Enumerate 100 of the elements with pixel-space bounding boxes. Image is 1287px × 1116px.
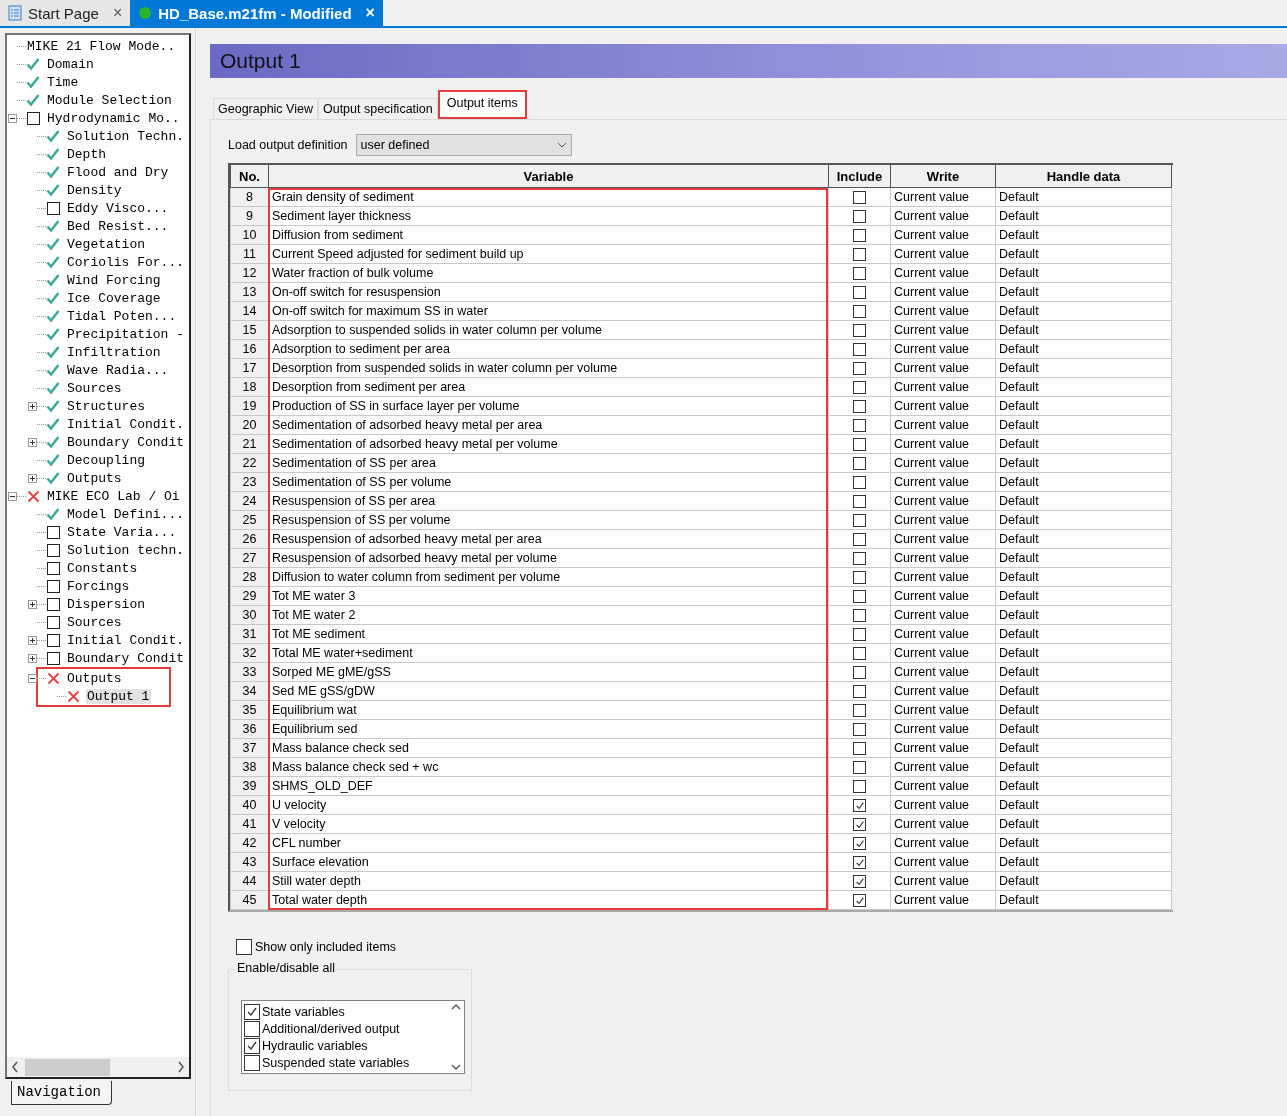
definition-dropdown[interactable]: user defined — [355, 134, 572, 156]
tree-item[interactable]: Output 1 — [86, 688, 152, 704]
checkbox[interactable] — [244, 1003, 260, 1020]
include-checkbox[interactable] — [853, 799, 866, 813]
tree-item[interactable]: Initial Condit. — [66, 632, 187, 648]
tree-item[interactable]: Ice Coverage — [66, 290, 163, 306]
tree-item[interactable]: Model Defini... — [66, 506, 187, 522]
include-checkbox[interactable] — [853, 248, 866, 262]
tab[interactable]: Geographic View — [213, 98, 318, 119]
document-tab[interactable]: Start Page × — [0, 0, 131, 26]
tree-item[interactable]: Eddy Visco... — [66, 200, 171, 216]
tab[interactable]: Output items — [437, 90, 527, 119]
close-icon[interactable]: × — [112, 4, 123, 22]
include-checkbox[interactable] — [853, 286, 866, 300]
tree-item[interactable]: Solution Techn. — [66, 128, 187, 144]
include-checkbox[interactable] — [853, 400, 866, 414]
checkbox[interactable] — [244, 1054, 260, 1071]
scroll-up-icon[interactable] — [450, 1004, 461, 1010]
tree-item[interactable]: Structures — [66, 398, 147, 414]
include-checkbox[interactable] — [853, 438, 866, 452]
include-checkbox[interactable] — [853, 210, 866, 224]
include-checkbox[interactable] — [853, 362, 866, 376]
collapse-icon[interactable] — [8, 113, 17, 123]
tree-item[interactable]: Hydrodynamic Mo.. — [46, 110, 182, 126]
tree-item[interactable]: Decoupling — [66, 452, 147, 468]
include-checkbox[interactable] — [853, 476, 866, 490]
collapse-icon[interactable] — [28, 673, 37, 683]
include-checkbox[interactable] — [853, 571, 866, 585]
include-checkbox[interactable] — [853, 628, 866, 642]
expand-icon[interactable] — [28, 635, 37, 645]
checkbox[interactable] — [244, 1037, 260, 1054]
expand-icon[interactable] — [28, 437, 37, 447]
tree-item[interactable]: Precipitation - — [66, 326, 187, 342]
include-checkbox[interactable] — [853, 305, 866, 319]
collapse-icon[interactable] — [8, 491, 17, 501]
include-checkbox[interactable] — [853, 419, 866, 433]
tree-item[interactable]: Wave Radia... — [66, 362, 171, 378]
include-checkbox[interactable] — [853, 229, 866, 243]
scroll-left-icon[interactable] — [11, 1061, 19, 1073]
include-checkbox[interactable] — [853, 324, 866, 338]
include-checkbox[interactable] — [853, 837, 866, 851]
include-checkbox[interactable] — [853, 647, 866, 661]
tree-item[interactable]: Depth — [66, 146, 108, 162]
tree-item[interactable]: Wind Forcing — [66, 272, 163, 288]
tree-item[interactable]: Sources — [66, 380, 124, 396]
column-header[interactable]: Include — [828, 165, 891, 188]
include-checkbox[interactable] — [853, 533, 866, 547]
tree-item[interactable]: MIKE ECO Lab / Oi — [46, 488, 182, 504]
include-checkbox[interactable] — [853, 590, 866, 604]
tree-item[interactable]: Solution techn. — [66, 542, 187, 558]
checkbox[interactable] — [244, 1020, 260, 1037]
tree-item[interactable]: Coriolis For... — [66, 254, 187, 270]
tree-item[interactable]: Module Selection — [46, 92, 174, 108]
include-checkbox[interactable] — [853, 742, 866, 756]
include-checkbox[interactable] — [853, 894, 866, 908]
include-checkbox[interactable] — [853, 457, 866, 471]
include-checkbox[interactable] — [853, 685, 866, 699]
include-checkbox[interactable] — [853, 381, 866, 395]
tree-item[interactable]: Vegetation — [66, 236, 147, 252]
tree-item[interactable]: Outputs — [66, 470, 124, 486]
close-icon[interactable]: × — [365, 4, 375, 22]
column-header[interactable]: Write — [890, 165, 996, 188]
tree-item[interactable]: Density — [66, 182, 124, 198]
tree-item[interactable]: Outputs — [66, 670, 124, 686]
expand-icon[interactable] — [28, 401, 37, 411]
column-header[interactable]: Variable — [268, 165, 829, 188]
tree-item[interactable]: Dispersion — [66, 596, 147, 612]
include-checkbox[interactable] — [853, 609, 866, 623]
scroll-right-icon[interactable] — [177, 1061, 185, 1073]
include-checkbox[interactable] — [853, 514, 866, 528]
tree-item[interactable]: Tidal Poten... — [66, 308, 179, 324]
include-checkbox[interactable] — [853, 343, 866, 357]
document-tab[interactable]: HD_Base.m21fm - Modified × — [130, 0, 383, 26]
tree-item[interactable]: Domain — [46, 56, 96, 72]
tree-item[interactable]: Forcings — [66, 578, 132, 594]
expand-icon[interactable] — [28, 599, 37, 609]
tree-item[interactable]: Bed Resist... — [66, 218, 171, 234]
include-checkbox[interactable] — [853, 875, 866, 889]
tree-item[interactable]: Initial Condit. — [66, 416, 187, 432]
column-header[interactable]: Handle data — [995, 165, 1172, 188]
tree-item[interactable]: State Varia... — [66, 524, 179, 540]
column-header[interactable]: No. — [230, 165, 269, 188]
tree-item[interactable]: MIKE 21 Flow Mode.. — [26, 38, 178, 54]
navigation-tab[interactable]: Navigation — [11, 1081, 112, 1105]
include-checkbox[interactable] — [853, 818, 866, 832]
checkbox[interactable] — [236, 939, 252, 955]
tree-item[interactable]: Constants — [66, 560, 140, 576]
expand-icon[interactable] — [28, 653, 37, 663]
include-checkbox[interactable] — [853, 761, 866, 775]
tab[interactable]: Output specification — [317, 98, 438, 119]
include-checkbox[interactable] — [853, 495, 866, 509]
include-checkbox[interactable] — [853, 191, 866, 205]
tree-item[interactable]: Time — [46, 74, 81, 90]
include-checkbox[interactable] — [853, 666, 866, 680]
include-checkbox[interactable] — [853, 704, 866, 718]
tree-item[interactable]: Boundary Condit — [66, 650, 187, 666]
include-checkbox[interactable] — [853, 856, 866, 870]
include-checkbox[interactable] — [853, 267, 866, 281]
scroll-down-icon[interactable] — [450, 1064, 461, 1070]
tree-item[interactable]: Boundary Condit — [66, 434, 187, 450]
